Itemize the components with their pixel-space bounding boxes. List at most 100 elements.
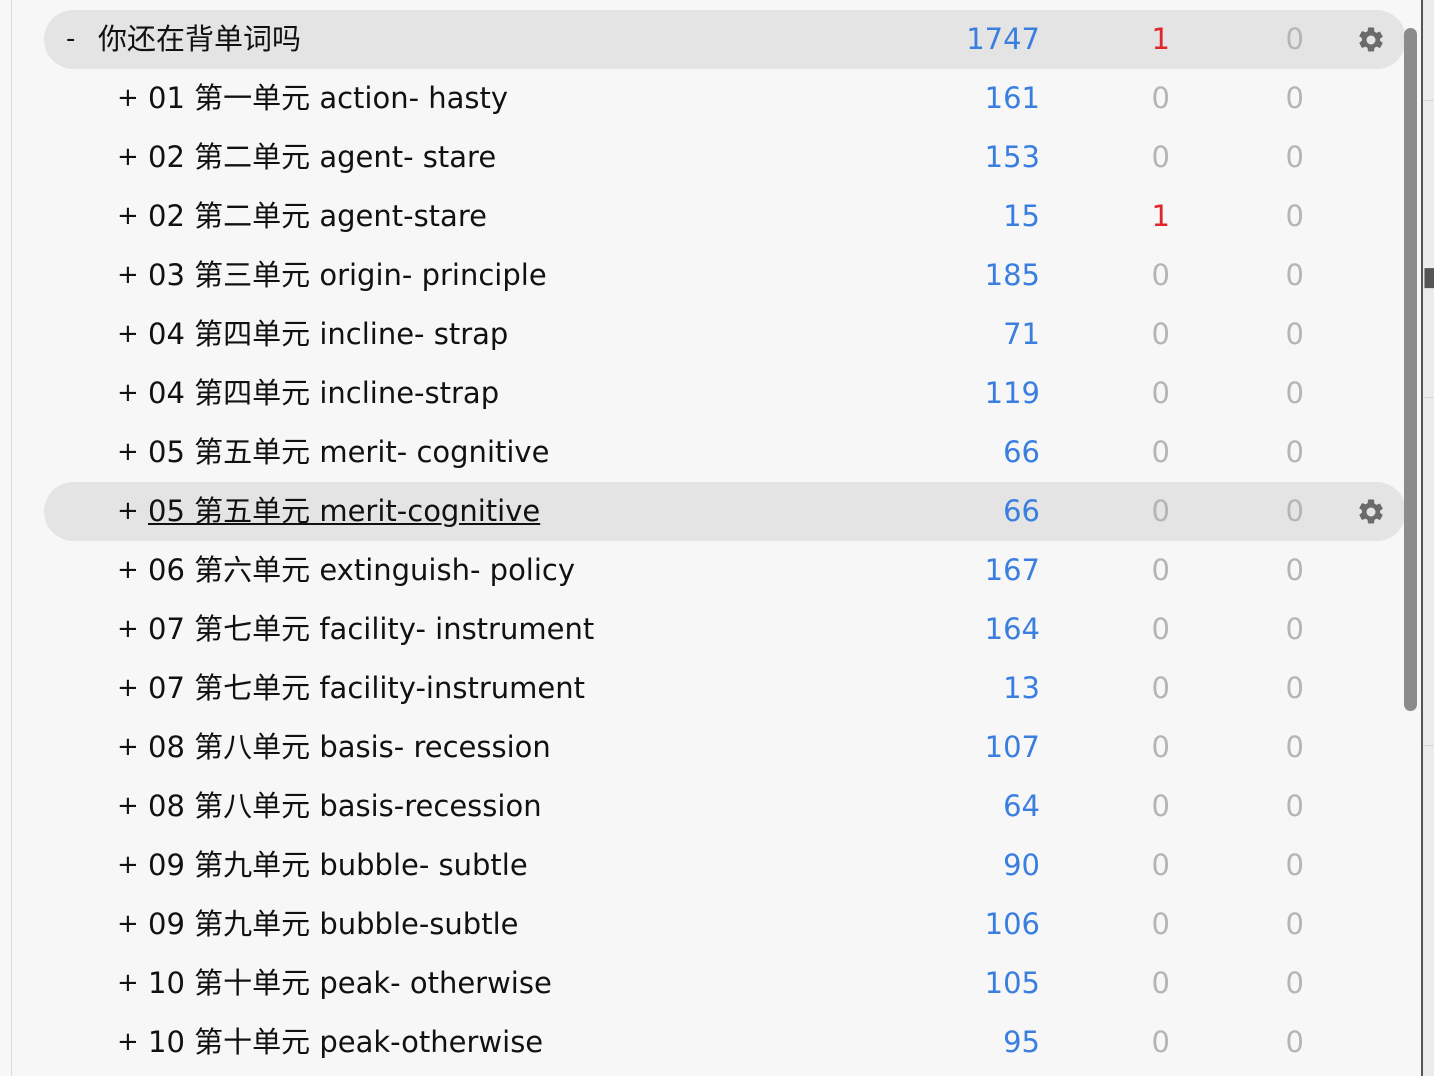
deck-row[interactable]: +02 第二单元 agent-stare 15 1 0 [44, 187, 1406, 246]
expand-toggle[interactable]: + [117, 435, 139, 469]
deck-name-link[interactable]: 01 第一单元 action- hasty [148, 81, 508, 115]
new-count: 153 [984, 140, 1040, 174]
deck-row[interactable]: +05 第五单元 merit- cognitive 66 0 0 [44, 423, 1406, 482]
deck-row[interactable]: +04 第四单元 incline-strap 119 0 0 [44, 364, 1406, 423]
expand-toggle[interactable]: + [117, 907, 139, 941]
collapse-toggle[interactable]: - [66, 22, 75, 56]
new-count: 64 [1003, 789, 1040, 823]
due-count: 0 [1285, 1025, 1304, 1059]
expand-toggle[interactable]: + [117, 612, 139, 646]
deck-name-link[interactable]: 05 第五单元 merit- cognitive [148, 435, 549, 469]
deck-name-link[interactable]: 02 第二单元 agent-stare [148, 199, 487, 233]
new-count: 66 [1003, 494, 1040, 528]
deck-row[interactable]: +05 第五单元 merit-cognitive 66 0 0 [44, 482, 1406, 541]
deck-name-link[interactable]: 10 第十单元 peak- otherwise [148, 966, 552, 1000]
learn-count: 1 [1151, 199, 1170, 233]
deck-name-link[interactable]: 02 第二单元 agent- stare [148, 140, 496, 174]
new-count: 119 [984, 376, 1040, 410]
expand-toggle[interactable]: + [117, 317, 139, 351]
learn-count: 0 [1151, 81, 1170, 115]
due-count: 0 [1285, 22, 1304, 56]
deck-name-link[interactable]: 09 第九单元 bubble- subtle [148, 848, 528, 882]
deck-name-link[interactable]: 你还在背单词吗 [98, 22, 301, 56]
deck-name-link[interactable]: 05 第五单元 merit-cognitive [148, 494, 540, 528]
expand-toggle[interactable]: + [117, 848, 139, 882]
learn-count: 0 [1151, 1025, 1170, 1059]
deck-row[interactable]: +10 第十单元 peak- otherwise 105 0 0 [44, 954, 1406, 1013]
due-count: 0 [1285, 966, 1304, 1000]
new-count: 95 [1003, 1025, 1040, 1059]
expand-toggle[interactable]: + [117, 730, 139, 764]
deck-row[interactable]: +07 第七单元 facility- instrument 164 0 0 [44, 600, 1406, 659]
expand-toggle[interactable]: + [117, 1025, 139, 1059]
deck-name-link[interactable]: 06 第六单元 extinguish- policy [148, 553, 575, 587]
gear-icon[interactable] [1356, 25, 1386, 55]
deck-row[interactable]: +02 第二单元 agent- stare 153 0 0 [44, 128, 1406, 187]
deck-name-link[interactable]: 04 第四单元 incline-strap [148, 376, 499, 410]
new-count: 90 [1003, 848, 1040, 882]
due-count: 0 [1285, 317, 1304, 351]
new-count: 15 [1003, 199, 1040, 233]
deck-row[interactable]: +07 第七单元 facility-instrument 13 0 0 [44, 659, 1406, 718]
expand-toggle[interactable]: + [117, 199, 139, 233]
due-count: 0 [1285, 730, 1304, 764]
panel-left-border [11, 0, 12, 1076]
due-count: 0 [1285, 848, 1304, 882]
deck-row[interactable]: +06 第六单元 extinguish- policy 167 0 0 [44, 541, 1406, 600]
deck-row[interactable]: +10 第十单元 peak-otherwise 95 0 0 [44, 1013, 1406, 1072]
expand-toggle[interactable]: + [117, 494, 139, 528]
learn-count: 0 [1151, 317, 1170, 351]
new-count: 1747 [966, 22, 1040, 56]
deck-row[interactable]: +04 第四单元 incline- strap 71 0 0 [44, 305, 1406, 364]
expand-toggle[interactable]: + [117, 140, 139, 174]
new-count: 161 [984, 81, 1040, 115]
expand-toggle[interactable]: + [117, 553, 139, 587]
learn-count: 0 [1151, 848, 1170, 882]
learn-count: 0 [1151, 376, 1170, 410]
background-divider [1423, 100, 1434, 101]
new-count: 71 [1003, 317, 1040, 351]
deck-name-link[interactable]: 07 第七单元 facility- instrument [148, 612, 594, 646]
expand-toggle[interactable]: + [117, 671, 139, 705]
deck-row[interactable]: +09 第九单元 bubble- subtle 90 0 0 [44, 836, 1406, 895]
deck-row[interactable]: +01 第一单元 action- hasty 161 0 0 [44, 69, 1406, 128]
deck-row[interactable]: +03 第三单元 origin- principle 185 0 0 [44, 246, 1406, 305]
deck-row[interactable]: +08 第八单元 basis-recession 64 0 0 [44, 777, 1406, 836]
learn-count: 0 [1151, 494, 1170, 528]
deck-row[interactable]: +09 第九单元 bubble-subtle 106 0 0 [44, 895, 1406, 954]
due-count: 0 [1285, 81, 1304, 115]
scrollbar-thumb[interactable] [1404, 28, 1417, 711]
deck-name-link[interactable]: 07 第七单元 facility-instrument [148, 671, 585, 705]
due-count: 0 [1285, 258, 1304, 292]
due-count: 0 [1285, 435, 1304, 469]
learn-count: 0 [1151, 553, 1170, 587]
deck-name-link[interactable]: 04 第四单元 incline- strap [148, 317, 508, 351]
due-count: 0 [1285, 494, 1304, 528]
expand-toggle[interactable]: + [117, 258, 139, 292]
deck-name-link[interactable]: 08 第八单元 basis- recession [148, 730, 551, 764]
expand-toggle[interactable]: + [117, 789, 139, 823]
deck-name-link[interactable]: 08 第八单元 basis-recession [148, 789, 542, 823]
expand-toggle[interactable]: + [117, 966, 139, 1000]
deck-browser: - 你还在背单词吗 1747 1 0 +01 第一单元 action- hasty 161… [0, 0, 1434, 1076]
deck-name-link[interactable]: 09 第九单元 bubble-subtle [148, 907, 518, 941]
background-divider [1423, 745, 1434, 746]
expand-toggle[interactable]: + [117, 81, 139, 115]
new-count: 106 [984, 907, 1040, 941]
deck-row[interactable]: - 你还在背单词吗 1747 1 0 [44, 10, 1406, 69]
expand-toggle[interactable]: + [117, 376, 139, 410]
deck-name-link[interactable]: 03 第三单元 origin- principle [148, 258, 547, 292]
new-count: 167 [984, 553, 1040, 587]
deck-row[interactable]: +08 第八单元 basis- recession 107 0 0 [44, 718, 1406, 777]
new-count: 185 [984, 258, 1040, 292]
deck-name-link[interactable]: 10 第十单元 peak-otherwise [148, 1025, 543, 1059]
learn-count: 0 [1151, 671, 1170, 705]
new-count: 66 [1003, 435, 1040, 469]
gear-icon[interactable] [1356, 497, 1386, 527]
due-count: 0 [1285, 789, 1304, 823]
due-count: 0 [1285, 376, 1304, 410]
due-count: 0 [1285, 907, 1304, 941]
deck-list: - 你还在背单词吗 1747 1 0 +01 第一单元 action- hasty 161… [44, 10, 1406, 1072]
learn-count: 0 [1151, 140, 1170, 174]
learn-count: 0 [1151, 612, 1170, 646]
